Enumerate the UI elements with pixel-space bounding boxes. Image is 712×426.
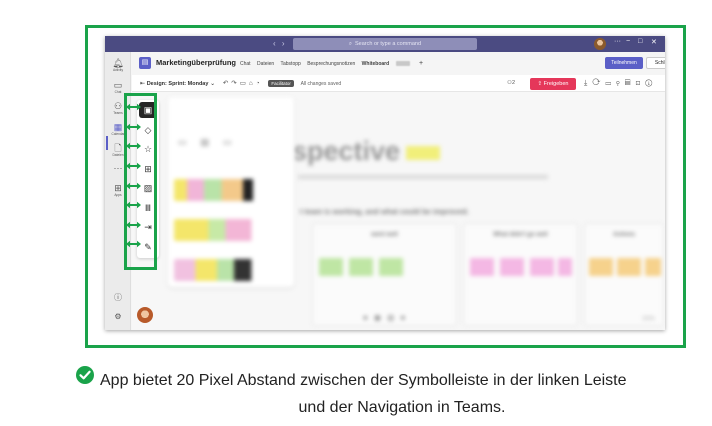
canvas-heading: spective — [292, 136, 441, 167]
tab-meeting-notes[interactable]: Besprechungsnotizen — [307, 61, 355, 67]
title-bar: ‹ › ⌕ Search or type a command ··· − □ ✕ — [105, 36, 665, 52]
search-icon: ⌕ — [348, 41, 353, 47]
help-icon[interactable]: ⓘ — [105, 292, 131, 303]
facilitator-badge[interactable]: Facilitator — [268, 79, 294, 87]
spacing-arrow-icon — [126, 182, 141, 190]
chevron-down-icon[interactable]: ⌄ — [210, 81, 215, 87]
minimize-button[interactable]: − — [626, 38, 630, 45]
tab-files[interactable]: Dateien — [257, 61, 274, 67]
chat-icon: ▭ — [113, 80, 123, 90]
tab-chat[interactable]: Chat — [240, 61, 251, 67]
settings-icon[interactable]: ⚙ — [105, 312, 131, 321]
join-button[interactable]: Teilnehmen — [605, 57, 643, 69]
board-name[interactable]: Design: Sprint: Monday — [147, 81, 209, 87]
spacing-arrow-icon — [126, 240, 141, 248]
share-label: Freigeben — [543, 81, 569, 87]
board-right-icons[interactable]: ⤓⟳▭⚲▤⊡ⓘ — [584, 78, 657, 88]
tab-tabstopp[interactable]: Tabstopp — [281, 61, 301, 67]
zoom-control[interactable]: 100% — [642, 316, 655, 322]
retro-column-didnt-go-well[interactable]: What didn't go well — [463, 223, 578, 326]
save-status: All changes saved — [300, 81, 342, 87]
add-tab-icon[interactable]: + — [419, 60, 423, 67]
spacing-arrow-icon — [126, 221, 141, 229]
expand-panel-icon[interactable]: ⇤ — [140, 81, 145, 87]
teams-screenshot: ‹ › ⌕ Search or type a command ··· − □ ✕ … — [105, 36, 665, 330]
spacing-arrow-icon — [126, 123, 141, 131]
close-button[interactable]: Schließen — [646, 57, 665, 69]
close-window-button[interactable]: ✕ — [651, 38, 657, 46]
checkmark-icon — [76, 366, 94, 384]
rail-item-chat[interactable]: ▭ Chat — [105, 80, 131, 94]
tab-blurred[interactable] — [395, 61, 410, 67]
caption-line-1: App bietet 20 Pixel Abstand zwischen der… — [100, 372, 627, 389]
history-nav[interactable]: ‹ › — [273, 39, 287, 48]
board-action-icons[interactable]: ↶↷▭⌂◔ — [223, 79, 263, 87]
search-input[interactable]: ⌕ Search or type a command — [293, 38, 477, 50]
retro-column-went-well[interactable]: went well — [312, 223, 457, 326]
maximize-button[interactable]: □ — [638, 38, 642, 45]
canvas-subheading: t team is working, and what could be imp… — [300, 207, 469, 216]
participants-indicator[interactable]: ⚇2 — [507, 80, 515, 86]
participant-count: 2 — [511, 80, 515, 86]
meeting-header: ▤ Marketingüberprüfung Chat Dateien Tabs… — [132, 52, 665, 74]
app-tile-icon: ▤ — [139, 57, 151, 69]
participant-avatars: ● ◉ ◍ ● — [363, 313, 408, 322]
spacing-arrow-icon — [126, 201, 141, 209]
tab-whiteboard[interactable]: Whiteboard — [362, 61, 390, 67]
avatar[interactable] — [594, 38, 606, 50]
share-button[interactable]: ⇪ Freigeben — [530, 78, 576, 90]
spacing-arrow-icon — [126, 103, 141, 111]
more-options-icon[interactable]: ··· — [614, 38, 621, 45]
whiteboard-canvas[interactable]: spective t team is working, and what cou… — [132, 92, 665, 330]
bell-icon: 🔔︎ — [112, 58, 124, 68]
retro-column-actions[interactable]: Actions — [584, 223, 664, 326]
caption-line-2: und der Navigation in Teams. — [298, 399, 506, 416]
templates-panel[interactable]: ▭▤▭ — [168, 97, 294, 287]
avatar[interactable] — [137, 307, 153, 323]
page-title: Marketingüberprüfung — [156, 58, 236, 67]
rail-item-activity[interactable]: 🔔︎ Activity — [105, 58, 131, 72]
canvas-text-line — [298, 175, 548, 179]
board-toolbar: ⇤ Design: Sprint: Monday ⌄ ↶↷▭⌂◔ Facilit… — [132, 75, 665, 92]
search-placeholder: Search or type a command — [355, 41, 422, 47]
rail-label: Activity — [112, 68, 124, 72]
spacing-arrow-icon — [126, 142, 141, 150]
spacing-arrow-icon — [126, 162, 141, 170]
tab-bar: Chat Dateien Tabstopp Besprechungsnotize… — [240, 60, 428, 67]
